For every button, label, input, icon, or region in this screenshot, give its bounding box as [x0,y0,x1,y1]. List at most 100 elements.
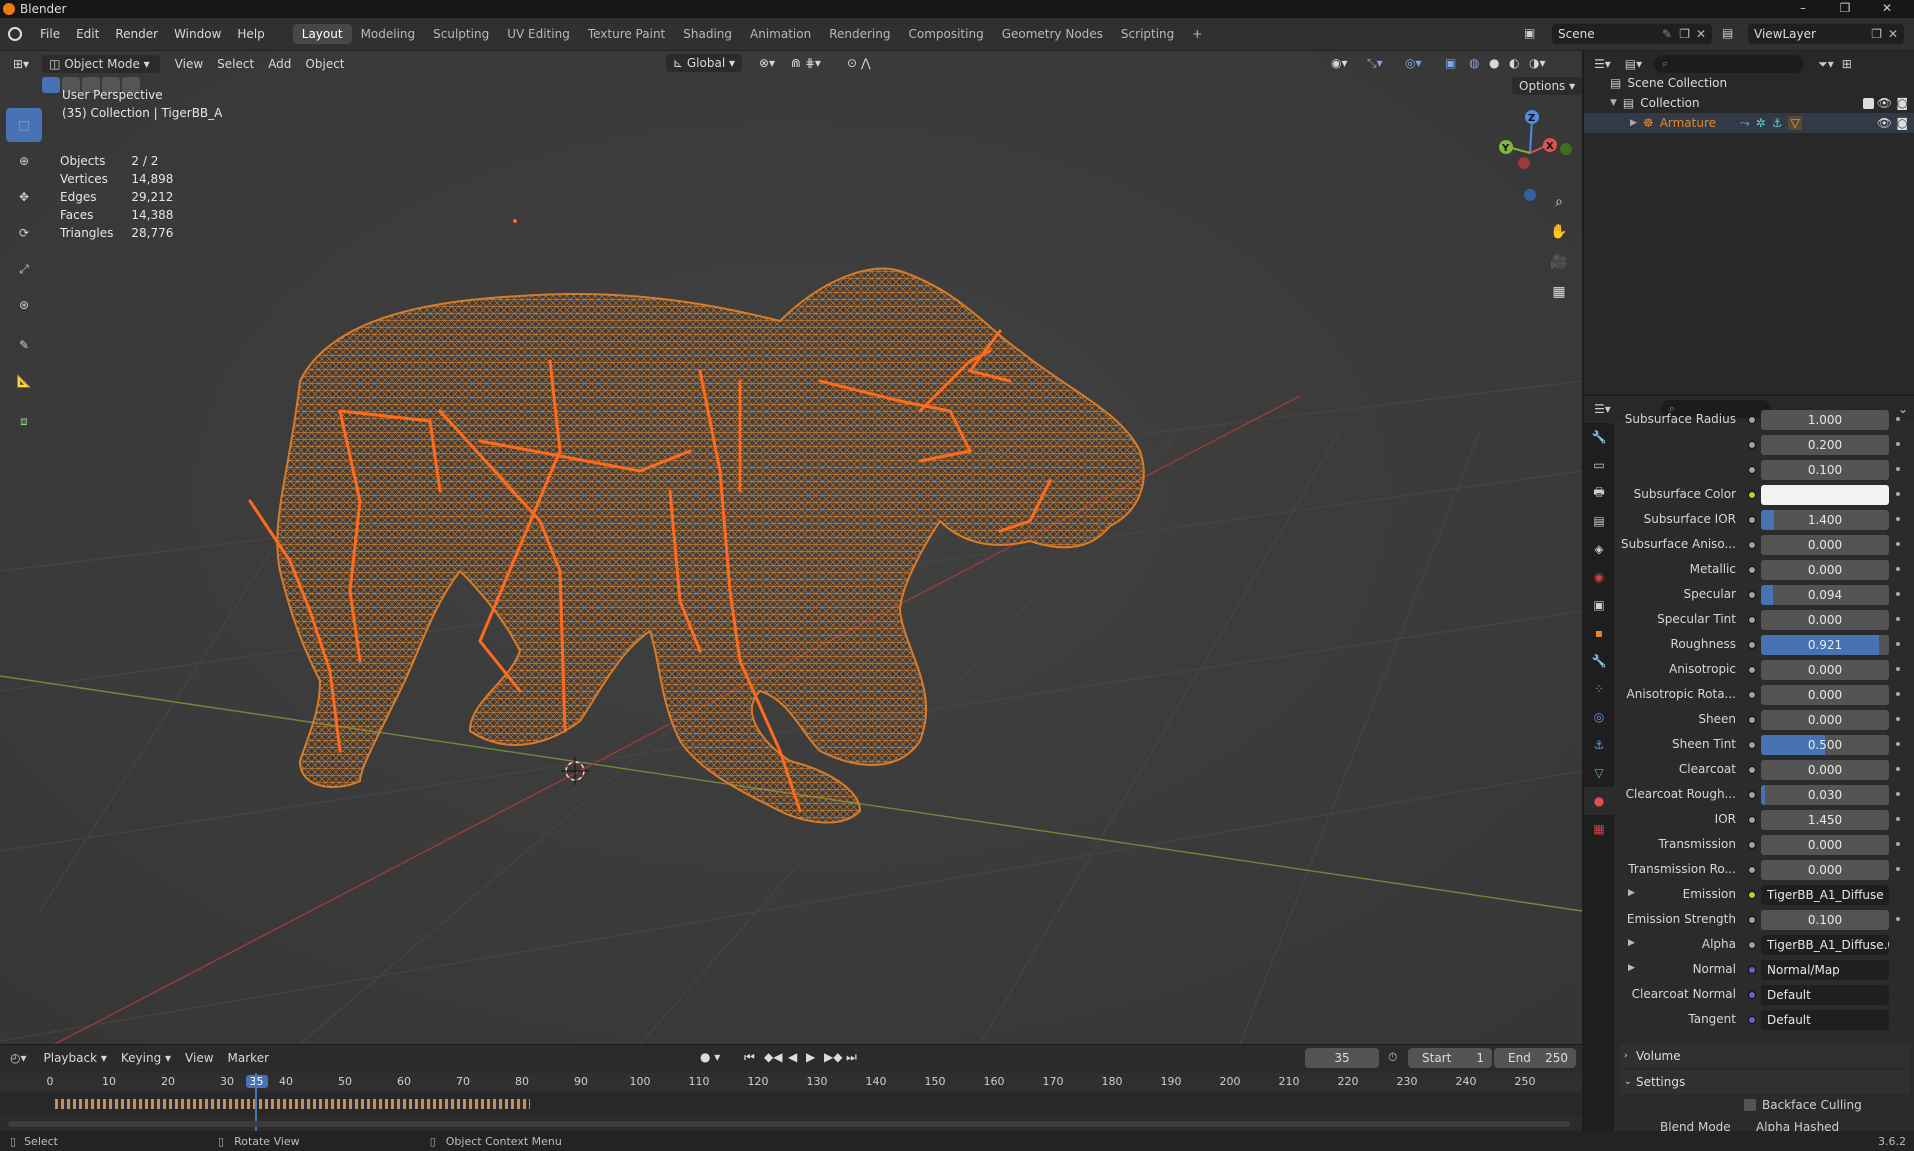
keyframe-dot-icon[interactable] [1896,467,1900,471]
frame-ruler[interactable]: 0102030354050607080901001101201301401501… [0,1073,1582,1091]
editor-type-icon[interactable]: ⊞▾ [6,55,36,73]
outliner-editor-icon[interactable]: ☰▾ [1594,57,1611,71]
socket-icon[interactable] [1748,441,1756,449]
tab-layout[interactable]: Layout [292,24,352,44]
socket-icon[interactable] [1748,866,1756,874]
display-mode-icon[interactable]: ▤▾ [1625,57,1642,71]
value-slider[interactable]: 0.200 [1761,435,1889,455]
value-slider[interactable]: 0.000 [1761,685,1889,705]
socket-icon[interactable] [1748,916,1756,924]
backface-culling-checkbox[interactable] [1744,1099,1756,1111]
tab-texture-paint[interactable]: Texture Paint [579,24,674,44]
value-slider[interactable]: 1.450 [1761,810,1889,830]
expand-arrow-icon[interactable]: ▼ [1610,98,1617,108]
value-slider[interactable]: 0.000 [1761,660,1889,680]
mode-selector[interactable]: ◫ Object Mode ▾ [42,55,160,73]
play-icon[interactable]: ▶ [806,1050,815,1064]
camera-view-icon[interactable]: 🎥 [1546,249,1572,275]
delete-scene-icon[interactable]: ✕ [1696,24,1706,44]
tab-animation[interactable]: Animation [741,24,820,44]
keyframe-dot-icon[interactable] [1896,417,1900,421]
keyframe-dot-icon[interactable] [1896,917,1900,921]
tree-row-scene-collection[interactable]: ▤ Scene Collection [1584,73,1914,93]
socket-icon[interactable] [1748,791,1756,799]
tab-compositing[interactable]: Compositing [899,24,992,44]
keyframe-dot-icon[interactable] [1896,767,1900,771]
menu-file[interactable]: File [32,27,68,41]
linked-input[interactable]: Default [1761,1010,1889,1030]
record-icon[interactable]: ● ▾ [700,1050,720,1064]
socket-icon[interactable] [1748,691,1756,699]
keyframe-dot-icon[interactable] [1896,592,1900,596]
view-layer-icon[interactable]: ▤ [1722,26,1733,40]
stopwatch-icon[interactable]: ⏱ [1388,1050,1397,1065]
3d-viewport[interactable]: ⊞▾ ◫ Object Mode ▾ View Select Add Objec… [0,51,1582,1044]
value-slider[interactable]: 0.500 [1761,735,1889,755]
move-tool[interactable]: ✥ [6,180,42,214]
socket-icon[interactable] [1748,466,1756,474]
socket-icon[interactable] [1748,716,1756,724]
blender-menu-icon[interactable] [8,27,22,41]
proportional-edit-icon[interactable]: ⊙ ⋀ [840,54,878,72]
socket-icon[interactable] [1748,966,1756,974]
value-slider[interactable]: 0.100 [1761,460,1889,480]
linked-input[interactable]: TigerBB_A1_Diffuse.001 [1761,935,1889,955]
socket-icon[interactable] [1748,941,1756,949]
tab-rendering[interactable]: Rendering [820,24,899,44]
transform-orientation[interactable]: ⊾ Global ▾ [666,54,742,72]
socket-icon[interactable] [1748,816,1756,824]
keyframe-dot-icon[interactable] [1896,442,1900,446]
value-slider[interactable]: 0.000 [1761,760,1889,780]
eye-icon[interactable]: 👁 [1877,96,1892,110]
menu-help[interactable]: Help [229,27,272,41]
gizmo-toggle-icon[interactable]: ⤡▾ [1360,54,1390,73]
view-layer-selector[interactable]: ViewLayer ❐ ✕ [1748,24,1904,44]
rotate-tool[interactable]: ⟳ [6,216,42,250]
socket-icon[interactable] [1748,566,1756,574]
socket-icon[interactable] [1748,641,1756,649]
shading-rendered-icon[interactable]: ◑▾ [1522,54,1553,72]
xray-icon[interactable]: ▣ [1438,54,1463,72]
timeline-editor-icon[interactable]: ◴▾ [10,1051,27,1065]
menu-edit[interactable]: Edit [68,27,107,41]
socket-icon[interactable] [1748,991,1756,999]
transform-tool[interactable]: ⊛ [6,288,42,322]
eye-icon[interactable]: 👁 [1877,116,1892,130]
select-new-icon[interactable] [42,77,60,93]
value-slider[interactable]: 0.000 [1761,610,1889,630]
value-slider[interactable]: 0.000 [1761,535,1889,555]
socket-icon[interactable] [1748,841,1756,849]
tab-shading[interactable]: Shading [674,24,741,44]
settings-panel-header[interactable]: ⌄ Settings [1620,1070,1910,1094]
new-view-layer-icon[interactable]: ❐ [1871,24,1882,44]
zoom-icon[interactable]: ⌕ [1546,189,1572,215]
linked-input[interactable]: Normal/Map [1761,960,1889,980]
pan-hand-icon[interactable]: ✋ [1546,219,1572,245]
tab-geometry-nodes[interactable]: Geometry Nodes [993,24,1112,44]
keyframe-dot-icon[interactable] [1896,842,1900,846]
tab-modeling[interactable]: Modeling [352,24,425,44]
tree-row-collection[interactable]: ▼ ▤ Collection 👁 ◙ [1584,93,1914,113]
jump-end-icon[interactable]: ⏭ [846,1050,857,1065]
options-button[interactable]: Options ▾ [1512,77,1582,95]
value-slider[interactable]: 0.000 [1761,835,1889,855]
menu-add[interactable]: Add [261,55,298,73]
cursor-tool[interactable]: ⊕ [6,144,42,178]
keyframe-dot-icon[interactable] [1896,492,1900,496]
scene-selector[interactable]: Scene ✎ ❐ ✕ [1552,24,1712,44]
keyframe-dot-icon[interactable] [1896,517,1900,521]
next-keyframe-icon[interactable]: ▶◆ [824,1050,842,1064]
timeline-scrollbar[interactable] [8,1121,1570,1127]
new-collection-icon[interactable]: ⊞ [1842,57,1852,71]
tab-scripting[interactable]: Scripting [1112,24,1183,44]
value-slider[interactable]: 1.000 [1761,410,1889,430]
keyframe-dot-icon[interactable] [1896,792,1900,796]
backface-culling-row[interactable]: Backface Culling [1744,1098,1862,1112]
expand-arrow-icon[interactable]: ▶ [1628,938,1635,948]
scale-tool[interactable]: ⤢ [6,252,42,286]
overlay-toggle-icon[interactable]: ◎▾ [1398,54,1429,72]
keyframe-dot-icon[interactable] [1896,642,1900,646]
keyframe-track[interactable] [0,1093,1582,1115]
close-icon[interactable]: ✕ [1868,0,1906,18]
menu-keying[interactable]: Keying ▾ [114,1049,178,1067]
